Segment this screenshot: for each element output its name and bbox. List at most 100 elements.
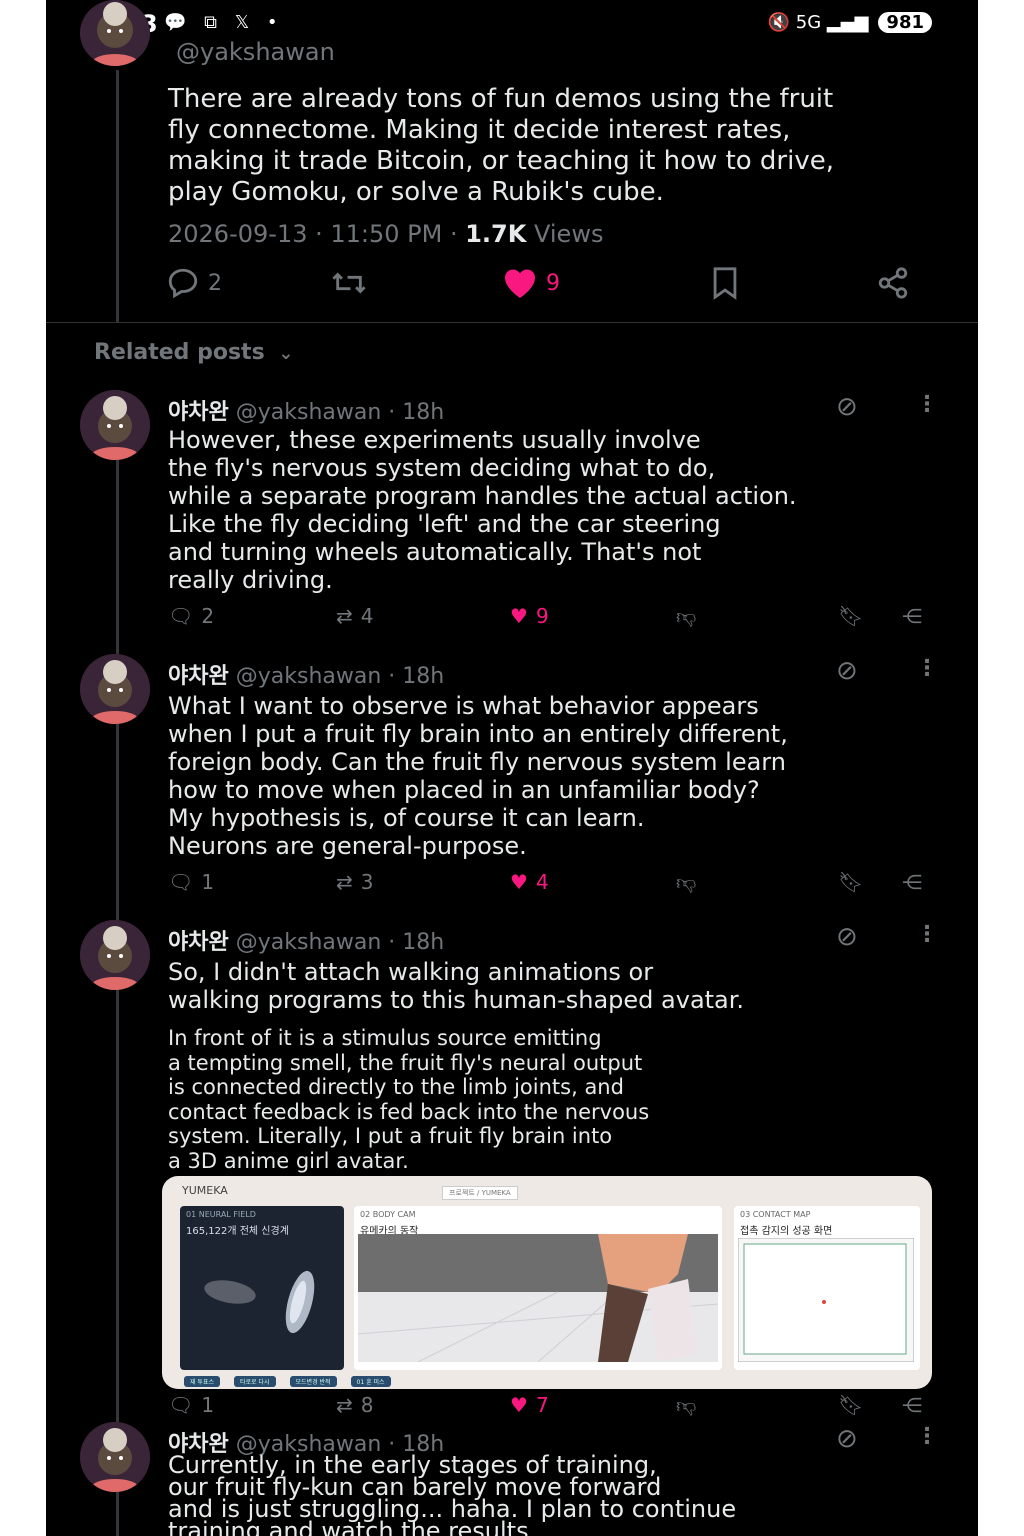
reply-button[interactable]: 2 bbox=[166, 266, 222, 300]
neural-field-panel: 01 NEURAL FIELD 165,122개 전체 신경계 bbox=[180, 1206, 344, 1370]
status-right: 🔇 5G ▂▄▆ 981 bbox=[768, 12, 932, 33]
post-actions: 🗨︎ 2 ⇄ 4 ♥ 9 👎︎ 🔖︎ ⋲ bbox=[46, 604, 978, 634]
heart-icon bbox=[505, 269, 535, 298]
reply-count: 2 bbox=[201, 604, 215, 628]
panel-label: 02 BODY CAM bbox=[360, 1210, 416, 1219]
like-button[interactable]: 9 bbox=[502, 266, 560, 300]
bookmark-button[interactable]: 🔖︎ bbox=[838, 1393, 863, 1417]
more-icon[interactable]: ⋮ bbox=[916, 1424, 938, 1449]
media-button[interactable]: 01 훈 미스 bbox=[350, 1376, 391, 1387]
more-icon[interactable]: ⋮ bbox=[916, 656, 938, 681]
repost-count: 3 bbox=[360, 870, 374, 894]
author-name[interactable]: 야차완 bbox=[168, 400, 229, 425]
notification-icons: 💬 ⧉ 𝕏 • bbox=[164, 12, 284, 33]
like-button[interactable]: ♥ 4 bbox=[510, 870, 549, 894]
repost-button[interactable]: ⇄ 4 bbox=[336, 604, 374, 628]
thread-line bbox=[116, 70, 119, 322]
author-name[interactable]: 야차완 bbox=[168, 664, 229, 689]
related-posts-header[interactable]: Related posts ⌄ bbox=[94, 340, 293, 365]
author-name[interactable]: 야차완 bbox=[168, 930, 229, 955]
author-handle[interactable]: @yakshawan · 18h bbox=[236, 400, 444, 425]
signal-icons: 🔇 5G ▂▄▆ bbox=[767, 12, 869, 33]
related-label: Related posts bbox=[94, 340, 265, 365]
dislike-button[interactable]: 👎︎ bbox=[676, 870, 696, 895]
repost-count: 4 bbox=[360, 604, 374, 628]
media-image[interactable]: YUMEKA 프로젝트 / YUMEKA 01 NEURAL FIELD 165… bbox=[162, 1176, 932, 1389]
share-button[interactable]: ⋲ bbox=[902, 870, 922, 894]
post-header: 야차완 @yakshawan · 18h bbox=[168, 658, 444, 690]
bookmark-button[interactable]: 🔖︎ bbox=[838, 604, 863, 628]
avatar[interactable] bbox=[80, 1422, 150, 1492]
share-icon: ⋲ bbox=[902, 870, 922, 894]
post-date: 2026-09-13 · 11:50 PM · bbox=[168, 220, 458, 248]
like-button[interactable]: ♥ 7 bbox=[510, 1393, 549, 1417]
main-post-handle[interactable]: @yakshawan bbox=[176, 38, 335, 66]
share-button[interactable]: ⋲ bbox=[902, 604, 922, 628]
share-icon bbox=[878, 267, 908, 299]
post-text: What I want to observe is what behavior … bbox=[168, 692, 788, 860]
reply-count: 1 bbox=[201, 1393, 215, 1417]
more-icon[interactable]: ⋮ bbox=[916, 392, 938, 417]
main-post-meta: 2026-09-13 · 11:50 PM · 1.7K Views bbox=[168, 220, 603, 248]
post-actions: 🗨︎ 1 ⇄ 8 ♥ 7 👎︎ 🔖︎ ⋲ bbox=[46, 1393, 978, 1423]
body-cam-panel: 02 BODY CAM 유메카의 동작 bbox=[354, 1206, 722, 1370]
mute-icon[interactable]: ⊘ bbox=[836, 392, 858, 422]
avatar[interactable] bbox=[80, 920, 150, 990]
neural-field-graphic bbox=[204, 1270, 315, 1334]
mute-icon[interactable]: ⊘ bbox=[836, 1424, 858, 1454]
avatar[interactable] bbox=[80, 390, 150, 460]
bookmark-button[interactable]: 🔖︎ bbox=[838, 870, 863, 894]
chevron-down-icon: ⌄ bbox=[278, 343, 294, 364]
views-label: Views bbox=[534, 220, 604, 248]
views-count: 1.7K bbox=[465, 220, 527, 248]
reply-button[interactable]: 🗨︎ 2 bbox=[168, 604, 214, 628]
repost-icon: ⇄ bbox=[336, 870, 353, 894]
avatar[interactable] bbox=[80, 654, 150, 724]
post-text: However, these experiments usually invol… bbox=[168, 426, 797, 594]
repost-count: 8 bbox=[360, 1393, 374, 1417]
repost-button[interactable]: ⇄ 3 bbox=[336, 870, 374, 894]
more-icon[interactable]: ⋮ bbox=[916, 922, 938, 947]
share-button[interactable] bbox=[876, 266, 910, 300]
repost-button[interactable]: ⇄ 8 bbox=[336, 1393, 374, 1417]
contact-map-graphic bbox=[738, 1238, 914, 1362]
reply-button[interactable]: 🗨︎ 1 bbox=[168, 1393, 214, 1417]
repost-icon: ⇄ bbox=[336, 1393, 353, 1417]
bookmark-icon: 🔖︎ bbox=[838, 1393, 864, 1417]
reply-icon: 🗨︎ bbox=[168, 604, 194, 628]
bookmark-icon: 🔖︎ bbox=[838, 604, 864, 628]
like-count: 9 bbox=[535, 604, 549, 628]
heart-icon: ♥ bbox=[510, 604, 528, 628]
media-button[interactable]: 모드변경 반적 bbox=[289, 1376, 337, 1387]
reply-count: 2 bbox=[208, 270, 222, 296]
contact-map-panel: 03 CONTACT MAP 접촉 감지의 성공 화면 bbox=[734, 1206, 920, 1370]
reply-button[interactable]: 🗨︎ 1 bbox=[168, 870, 214, 894]
like-button[interactable]: ♥ 9 bbox=[510, 604, 549, 628]
author-handle[interactable]: @yakshawan · 18h bbox=[236, 664, 444, 689]
reply-icon: 🗨︎ bbox=[168, 1393, 194, 1417]
media-button[interactable]: 타로로 다시 bbox=[234, 1376, 276, 1387]
heart-icon: ♥ bbox=[510, 1393, 528, 1417]
divider bbox=[46, 322, 978, 323]
media-tab: 프로젝트 / YUMEKA bbox=[442, 1186, 518, 1200]
mute-icon[interactable]: ⊘ bbox=[836, 656, 858, 686]
dislike-icon: 👎︎ bbox=[676, 604, 697, 628]
avatar[interactable] bbox=[80, 0, 150, 66]
media-buttons: 재 투표스 타로로 다시 모드변경 반적 01 훈 미스 bbox=[184, 1376, 391, 1387]
repost-button[interactable] bbox=[330, 266, 368, 300]
mute-icon[interactable]: ⊘ bbox=[836, 922, 858, 952]
post-actions: 🗨︎ 1 ⇄ 3 ♥ 4 👎︎ 🔖︎ ⋲ bbox=[46, 870, 978, 900]
author-handle[interactable]: @yakshawan · 18h bbox=[236, 930, 444, 955]
share-button[interactable]: ⋲ bbox=[902, 1393, 922, 1417]
post-text: Currently, in the early stages of traini… bbox=[168, 1451, 737, 1536]
dislike-button[interactable]: 👎︎ bbox=[676, 1393, 696, 1418]
bookmark-icon bbox=[713, 267, 737, 300]
media-button[interactable]: 재 투표스 bbox=[184, 1376, 220, 1387]
post-header: 야차완 @yakshawan · 18h bbox=[168, 924, 444, 956]
post-text-continued: In front of it is a stimulus source emit… bbox=[168, 1026, 650, 1173]
bookmark-icon: 🔖︎ bbox=[838, 870, 864, 894]
dislike-icon: 👎︎ bbox=[676, 870, 697, 894]
dislike-button[interactable]: 👎︎ bbox=[676, 604, 696, 629]
share-icon: ⋲ bbox=[902, 604, 922, 628]
bookmark-button[interactable] bbox=[710, 266, 740, 300]
